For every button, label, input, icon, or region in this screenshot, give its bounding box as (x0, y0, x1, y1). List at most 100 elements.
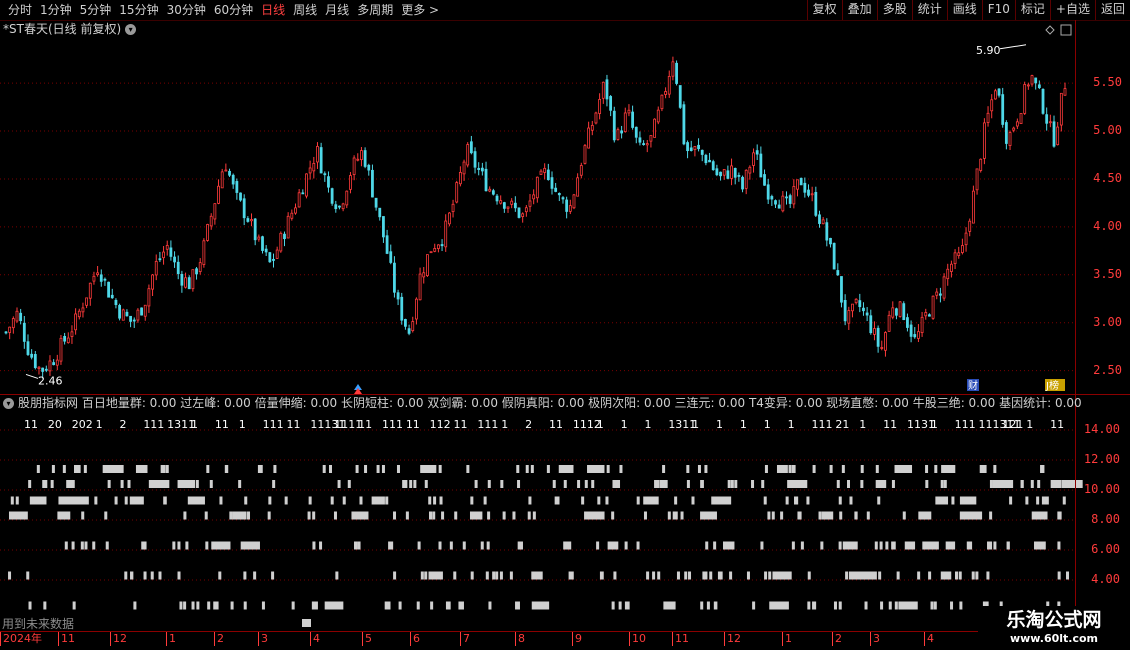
signal-bar (723, 541, 727, 550)
candle-body (440, 244, 444, 247)
signal-count-label: 202 (72, 418, 93, 431)
candle-body (30, 353, 34, 358)
candle-body (85, 297, 89, 306)
signal-bar (624, 541, 628, 550)
candle-body (814, 191, 818, 216)
signal-bar (8, 571, 12, 580)
signal-bar (404, 480, 408, 488)
candle-body (334, 204, 338, 210)
signal-bar (64, 541, 68, 550)
candle-body (851, 303, 854, 312)
signal-bar (577, 480, 581, 488)
signal-bar (838, 601, 842, 610)
signal-bar (36, 465, 40, 473)
candle-body (305, 173, 308, 197)
candle-body (41, 367, 45, 372)
signal-bar (413, 480, 417, 488)
signal-bar (986, 571, 990, 580)
panel-divider[interactable] (0, 394, 1130, 395)
signal-bar (219, 496, 223, 505)
signal-bar (530, 465, 534, 473)
candle-body (239, 192, 242, 201)
signal-bar (312, 541, 316, 550)
candle-body (931, 295, 935, 319)
candle-body (535, 176, 539, 199)
signal-bar (500, 480, 504, 488)
candle-body (8, 326, 12, 333)
signal-bar (319, 541, 323, 550)
signal-bar (172, 541, 176, 550)
signal-bar (691, 496, 695, 505)
candle-body (1026, 84, 1030, 87)
signal-bar (1036, 496, 1040, 505)
signal-bar (405, 511, 409, 520)
candle-body (327, 176, 330, 188)
signal-bar (15, 496, 19, 505)
signal-bar (714, 601, 718, 610)
signal-count-label: 1 (764, 418, 771, 431)
candle-body (4, 331, 8, 334)
signal-bar (133, 601, 137, 610)
candle-body (583, 145, 587, 164)
signal-bar (74, 496, 89, 505)
signal-bar (225, 465, 229, 473)
signal-bar (124, 496, 128, 505)
candle-body (396, 292, 400, 300)
date-tick-label: 12 (724, 632, 741, 646)
signal-bar (626, 601, 630, 610)
future-data-note: 用到未来数据 (2, 617, 75, 631)
signal-bar (592, 511, 596, 520)
candle-body (66, 337, 70, 344)
candle-body (620, 130, 624, 134)
signal-bar (302, 619, 311, 627)
signal-bar (204, 511, 208, 520)
candle-body (33, 354, 37, 369)
signal-bar (688, 571, 692, 580)
low-price-label: 2.46 (38, 374, 63, 387)
candle-body (832, 242, 836, 270)
signal-bar (232, 511, 247, 520)
signal-bar (706, 601, 710, 610)
candle-body (829, 237, 832, 245)
signal-bar (945, 541, 954, 550)
signal-bar (926, 511, 930, 520)
candle-body (235, 181, 239, 193)
signal-bar (28, 601, 32, 610)
candle-body (154, 261, 158, 276)
signal-count-label: 21 (835, 418, 849, 431)
signal-bar (148, 480, 170, 488)
signal-bar (308, 496, 312, 505)
signal-bar (509, 571, 513, 580)
signal-bar (124, 571, 128, 580)
candle-body (191, 269, 195, 290)
signal-bar (993, 465, 997, 473)
candle-body (557, 193, 561, 196)
candle-body (873, 328, 876, 335)
chevron-down-icon[interactable]: ▾ (3, 397, 14, 409)
signal-bar (127, 480, 131, 488)
signal-bar (845, 571, 849, 580)
candle-body (202, 240, 206, 265)
candle-body (752, 152, 755, 166)
candle-body (228, 170, 231, 176)
signal-bar (43, 496, 47, 505)
candle-body (447, 212, 451, 225)
candle-body (312, 163, 316, 172)
signal-count-label: 11 (24, 418, 38, 431)
signal-bar (432, 511, 436, 520)
signal-bar (821, 511, 825, 520)
kline-chart[interactable]: 5.902.46 财 J榜11 20 202 1 2 111 13111 11 1 111 11 1113… (0, 0, 1130, 650)
candle-body (638, 137, 642, 143)
candle-body (979, 158, 983, 171)
signal-bar (84, 541, 88, 550)
candle-body (502, 202, 506, 209)
signal-bar (177, 571, 181, 580)
candle-body (213, 203, 217, 220)
signal-bar (933, 601, 937, 610)
candle-body (660, 94, 664, 110)
signal-bar (643, 496, 659, 505)
signal-bar (1064, 480, 1068, 488)
candle-body (272, 258, 275, 261)
signal-bar (791, 465, 795, 473)
signal-bar (485, 571, 489, 580)
